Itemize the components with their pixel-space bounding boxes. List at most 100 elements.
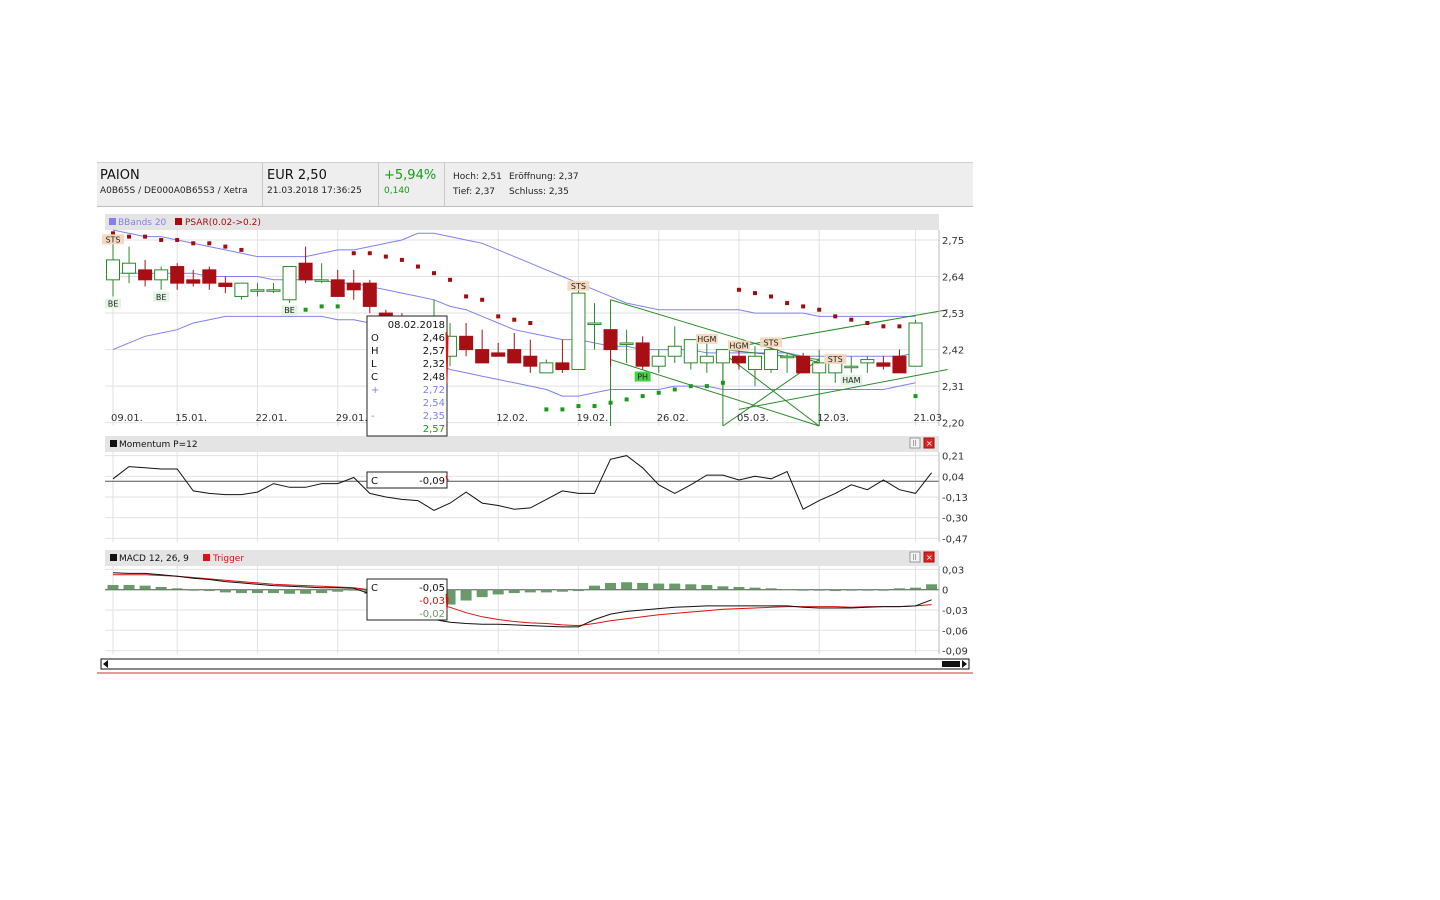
tooltip-row-key: C xyxy=(371,372,378,383)
macd-histogram-bar xyxy=(556,589,568,592)
candle-body xyxy=(860,359,875,364)
scrollbar-thumb[interactable] xyxy=(942,661,960,667)
macd-histogram-bar xyxy=(669,583,681,590)
psar-dot xyxy=(801,304,806,309)
candle-body xyxy=(699,355,714,364)
y-tick-label: 0,21 xyxy=(942,452,964,463)
macd-histogram-bar xyxy=(268,589,279,594)
psar-dot xyxy=(624,397,629,402)
macd-histogram-bar xyxy=(300,589,312,594)
tooltip-row-value: 2,32 xyxy=(423,359,445,370)
trendline xyxy=(610,359,820,427)
tooltip-row-value: 2,72 xyxy=(423,385,445,396)
psar-dot xyxy=(528,321,533,326)
macd-tooltip-value: -0,05 xyxy=(419,583,445,594)
psar-dot xyxy=(736,287,741,292)
macd-histogram-bar xyxy=(877,589,889,591)
candle-body xyxy=(635,342,650,367)
psar-dot xyxy=(175,237,180,242)
bbands-legend-label[interactable]: BBands 20 xyxy=(118,218,167,228)
psar-dot xyxy=(849,317,854,322)
momentum-panel-close-button[interactable]: × xyxy=(923,437,935,449)
psar-dot xyxy=(688,384,693,389)
psar-dot xyxy=(672,387,677,392)
candle-body xyxy=(346,282,361,291)
macd-histogram-bar xyxy=(813,589,825,591)
candle-body xyxy=(186,279,201,284)
macd-histogram-bar xyxy=(235,589,247,594)
x-tick-label: 05.03. xyxy=(737,413,769,424)
scrollbar-track[interactable] xyxy=(100,658,970,670)
macd-histogram-bar xyxy=(572,589,584,592)
psar-dot xyxy=(399,257,404,262)
psar-dot xyxy=(159,237,164,242)
candle-body xyxy=(555,362,570,371)
momentum-line xyxy=(112,455,932,511)
candle-body xyxy=(154,269,169,281)
psar-dot xyxy=(881,324,886,329)
momentum-legend-label[interactable]: Momentum P=12 xyxy=(119,440,198,450)
macd-histogram-bar xyxy=(284,589,296,594)
macd-histogram-bar xyxy=(701,584,713,590)
macd-legend-label[interactable]: MACD 12, 26, 9 xyxy=(119,554,189,564)
macd-histogram-bar xyxy=(765,588,777,590)
psar-dot xyxy=(319,304,324,309)
time-scrollbar[interactable] xyxy=(100,658,970,670)
stock-chart-widget: PAION A0B65S / DE000A0B65S3 / Xetra EUR … xyxy=(97,162,973,676)
tooltip-row-key: + xyxy=(371,385,379,396)
y-tick-label: -0,13 xyxy=(942,493,968,504)
x-tick-label: 09.01. xyxy=(111,413,143,424)
macd-histogram-bar xyxy=(845,589,857,591)
macd-histogram-bar xyxy=(781,589,793,591)
momentum-legend-swatch[interactable] xyxy=(110,440,117,447)
pattern-label: HGM xyxy=(729,342,748,351)
psar-dot xyxy=(720,380,725,385)
macd-histogram-bar xyxy=(219,589,231,593)
macd-plot xyxy=(105,572,939,628)
bbands-legend-swatch[interactable] xyxy=(109,218,116,225)
macd-histogram-bar xyxy=(685,584,697,590)
psar-dot xyxy=(817,307,822,312)
x-tick-label: 26.02. xyxy=(657,413,689,424)
psar-legend-label[interactable]: PSAR(0.02->0.2) xyxy=(185,218,261,228)
y-tick-label: 2,20 xyxy=(942,419,964,430)
macd-legend-swatch[interactable] xyxy=(110,554,117,561)
macd-histogram-bar xyxy=(829,589,841,592)
candle-body xyxy=(844,365,859,369)
svg-text:×: × xyxy=(926,439,933,448)
y-tick-label: -0,03 xyxy=(942,606,968,617)
x-tick-label: 22.01. xyxy=(255,413,287,424)
psar-dot xyxy=(464,294,469,299)
candle-body xyxy=(651,355,666,367)
momentum-panel-settings-button[interactable]: ⠿ xyxy=(909,437,921,449)
macd-histogram-bar xyxy=(171,588,183,590)
pattern-label: HAM xyxy=(842,376,860,385)
psar-dot xyxy=(833,314,838,319)
psar-dot xyxy=(656,390,661,395)
momentum-legend-bar xyxy=(105,436,939,452)
macd-histogram-bar xyxy=(733,586,745,590)
macd-histogram-bar xyxy=(621,582,633,590)
trigger-legend-label[interactable]: Trigger xyxy=(212,554,244,564)
macd-panel-close-button[interactable]: × xyxy=(923,551,935,563)
y-tick-label: -0,09 xyxy=(942,647,968,658)
candle-body xyxy=(250,289,265,292)
candle-body xyxy=(170,266,185,284)
svg-text:×: × xyxy=(926,553,933,562)
y-tick-label: -0,06 xyxy=(942,626,968,637)
candle-body xyxy=(812,362,827,374)
psar-legend-swatch[interactable] xyxy=(175,218,182,225)
y-tick-label: 2,42 xyxy=(942,346,964,357)
candle-body xyxy=(459,335,474,351)
macd-histogram-bar xyxy=(316,589,328,594)
x-tick-label: 21.03. xyxy=(914,413,946,424)
svg-text:⠿: ⠿ xyxy=(912,554,917,562)
y-tick-label: 2,64 xyxy=(942,273,964,284)
macd-panel-settings-button[interactable]: ⠿ xyxy=(909,551,921,563)
pattern-label: HGM xyxy=(697,335,716,344)
psar-dot xyxy=(207,241,212,246)
chart-svg: BBands 20 PSAR(0.02->0.2) Momentum P=12 … xyxy=(97,214,973,674)
y-tick-label: 2,53 xyxy=(942,309,964,320)
trigger-legend-swatch[interactable] xyxy=(203,554,210,561)
macd-histogram-bar xyxy=(717,586,729,590)
